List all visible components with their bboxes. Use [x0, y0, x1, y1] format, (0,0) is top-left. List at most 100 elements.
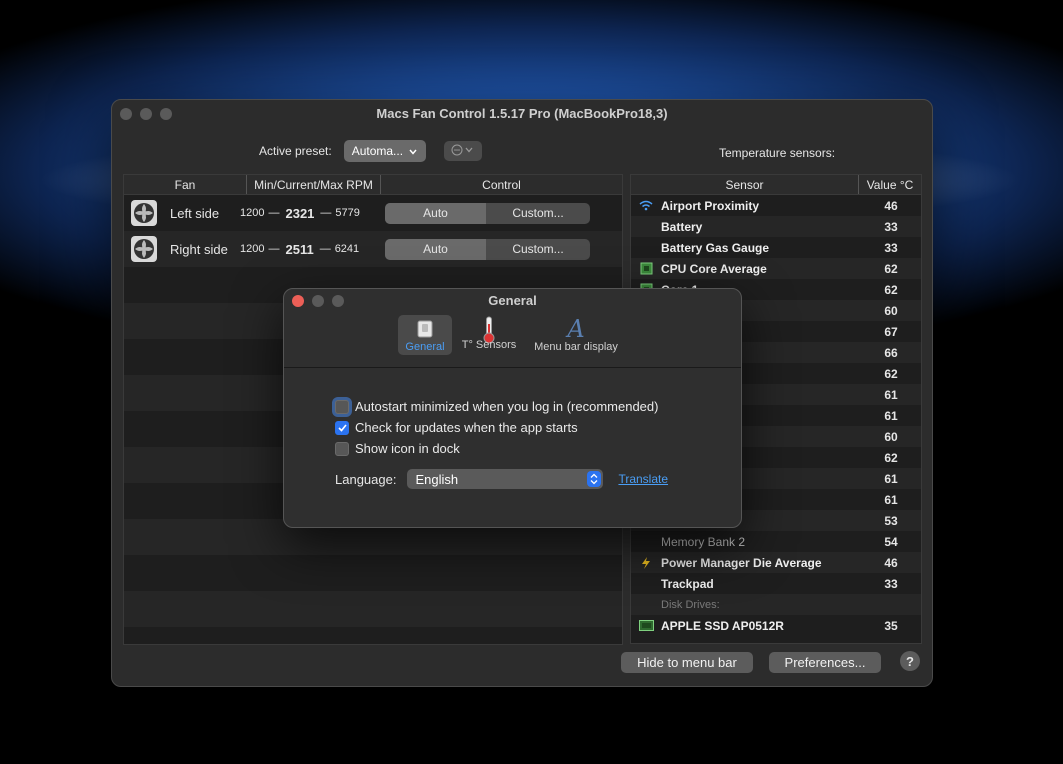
- sensor-name: Trackpad: [661, 576, 714, 591]
- tab-sensors[interactable]: T° Sensors: [458, 315, 520, 355]
- empty-row: [124, 591, 622, 627]
- column-header-control[interactable]: Control: [381, 175, 622, 194]
- sensor-row[interactable]: Airport Proximity 46: [631, 195, 921, 216]
- language-row: Language: English Translate: [335, 469, 668, 489]
- sensor-value: 67: [884, 324, 898, 339]
- sensor-row[interactable]: CPU Core Average 62: [631, 258, 921, 279]
- show-dock-icon-checkbox[interactable]: [335, 441, 349, 456]
- hide-to-menu-bar-button[interactable]: Hide to menu bar: [621, 652, 753, 673]
- option-autostart[interactable]: Autostart minimized when you log in (rec…: [335, 399, 658, 414]
- chevron-down-icon: [409, 142, 417, 160]
- sensor-row[interactable]: Battery Gas Gauge 33: [631, 237, 921, 258]
- fans-table-header: Fan Min/Current/Max RPM Control: [124, 175, 622, 195]
- sensor-value: 62: [884, 261, 898, 276]
- sensor-value: 62: [884, 366, 898, 381]
- option-check-updates[interactable]: Check for updates when the app starts: [335, 420, 578, 435]
- sensor-value: 61: [884, 471, 898, 486]
- fan-rpm: 1200— 2321— 5779: [240, 205, 360, 221]
- sensor-value: 62: [884, 282, 898, 297]
- preset-dropdown[interactable]: Automa...: [343, 140, 426, 162]
- autostart-checkbox[interactable]: [335, 399, 349, 414]
- auto-button[interactable]: Auto: [385, 202, 486, 224]
- sensor-value: 54: [884, 534, 898, 549]
- sensor-name: Airport Proximity: [661, 198, 760, 213]
- preset-value: Automa...: [351, 144, 404, 158]
- fan-icon: [131, 236, 157, 262]
- preset-label: Active preset:: [259, 144, 332, 158]
- sensor-row[interactable]: APPLE SSD AP0512R 35: [631, 615, 921, 636]
- fan-icon: [131, 200, 157, 226]
- option-label: Autostart minimized when you log in (rec…: [355, 399, 659, 414]
- preferences-button[interactable]: Preferences...: [769, 652, 881, 673]
- check-updates-checkbox[interactable]: [335, 420, 349, 435]
- custom-button[interactable]: Custom...: [486, 239, 590, 260]
- column-header-rpm[interactable]: Min/Current/Max RPM: [247, 175, 381, 194]
- translate-link[interactable]: Translate: [618, 472, 668, 486]
- sensor-name: Disk Drives:: [661, 598, 720, 611]
- switch-icon: [398, 320, 452, 341]
- sensor-value: 61: [884, 408, 898, 423]
- sensor-name: CPU Core Average: [661, 261, 767, 276]
- ellipsis-circle-icon: [451, 144, 475, 159]
- sensor-row[interactable]: Power Manager Die Average 46: [631, 552, 921, 573]
- sensor-value: 33: [884, 576, 898, 591]
- sensor-value: 60: [884, 429, 898, 444]
- sensor-value: 46: [884, 198, 898, 213]
- fan-control-segment: Auto Custom...: [385, 202, 590, 224]
- empty-row: [124, 627, 622, 644]
- ssd-icon: [631, 620, 661, 631]
- sensor-row[interactable]: Battery 33: [631, 216, 921, 237]
- option-label: Check for updates when the app starts: [355, 420, 578, 435]
- column-header-sensor[interactable]: Sensor: [631, 175, 859, 194]
- title-bar[interactable]: Macs Fan Control 1.5.17 Pro (MacBookPro1…: [112, 100, 932, 128]
- custom-button[interactable]: Custom...: [486, 203, 590, 224]
- help-button[interactable]: ?: [900, 651, 920, 671]
- preset-actions-button[interactable]: [443, 141, 482, 161]
- fan-name: Right side: [170, 241, 228, 257]
- temperature-sensors-label: Temperature sensors:: [719, 146, 836, 160]
- column-header-fan[interactable]: Fan: [124, 175, 247, 194]
- fan-current-rpm: 2511: [285, 241, 314, 257]
- sensor-name: Memory Bank 2: [661, 534, 746, 549]
- column-header-value[interactable]: Value °C: [859, 175, 921, 194]
- tab-menu-bar-display[interactable]: A Menu bar display: [528, 315, 624, 355]
- dialog-title: General: [488, 293, 537, 308]
- sensor-name: APPLE SSD AP0512R: [661, 618, 784, 633]
- sensor-value: 61: [884, 492, 898, 507]
- window-title: Macs Fan Control 1.5.17 Pro (MacBookPro1…: [376, 106, 668, 121]
- tab-general[interactable]: General: [398, 315, 452, 355]
- language-value: English: [415, 471, 459, 487]
- preferences-dialog: General General T° Sensors A Menu bar di…: [283, 288, 742, 528]
- divider: [284, 367, 741, 368]
- fan-current-rpm: 2321: [285, 205, 315, 221]
- sensor-name: Battery: [661, 219, 703, 234]
- fan-rpm: 1200— 2511— 6241: [240, 241, 360, 257]
- tab-label: Menu bar display: [534, 341, 618, 353]
- fan-row[interactable]: Right side 1200— 2511— 6241 Auto Custom.…: [124, 231, 622, 267]
- sensor-row[interactable]: Trackpad 33: [631, 573, 921, 594]
- option-show-dock-icon[interactable]: Show icon in dock: [335, 441, 460, 456]
- fan-control-segment: Auto Custom...: [385, 238, 590, 260]
- sensor-row[interactable]: Disk Drives:: [631, 594, 921, 615]
- sensor-value: 61: [884, 387, 898, 402]
- fan-max-rpm: 6241: [334, 243, 360, 255]
- tab-label: T° Sensors: [461, 339, 517, 351]
- sensor-value: 62: [884, 450, 898, 465]
- language-dropdown[interactable]: English: [407, 469, 604, 489]
- sensor-row[interactable]: Memory Bank 2 54: [631, 531, 921, 552]
- wifi-icon: [631, 200, 661, 211]
- fan-min-rpm: 1200: [240, 207, 265, 219]
- sensor-value: 33: [884, 240, 898, 255]
- sensors-table-header: Sensor Value °C: [631, 175, 921, 195]
- sensor-value: 35: [884, 618, 898, 633]
- font-a-icon: A: [567, 315, 585, 343]
- preset-row: Active preset: Automa...: [259, 140, 482, 162]
- option-label: Show icon in dock: [355, 441, 460, 456]
- sensor-value: 66: [884, 345, 898, 360]
- fan-row[interactable]: Left side 1200— 2321— 5779 Auto Custom..…: [124, 195, 622, 231]
- sensor-name: Battery Gas Gauge: [661, 240, 770, 255]
- sensor-name: Power Manager Die Average: [661, 555, 822, 570]
- auto-button[interactable]: Auto: [385, 238, 486, 260]
- fan-name: Left side: [170, 205, 220, 221]
- sensor-value: 53: [884, 513, 898, 528]
